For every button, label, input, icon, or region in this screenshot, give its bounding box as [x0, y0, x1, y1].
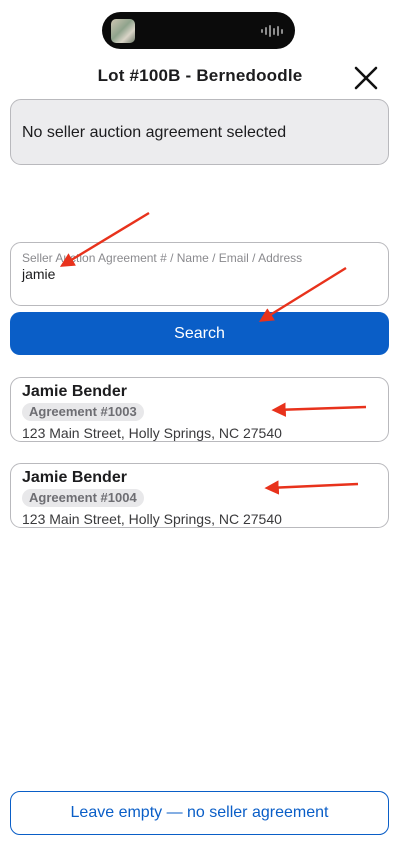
selected-agreement-text: No seller auction agreement selected: [22, 124, 287, 141]
agreement-search-field[interactable]: Seller Auction Agreement # / Name / Emai…: [10, 242, 389, 306]
result-address: 123 Main Street, Holly Springs, NC 27540: [22, 425, 282, 441]
result-seller-name: Jamie Bender: [22, 469, 127, 486]
result-address: 123 Main Street, Holly Springs, NC 27540: [22, 511, 282, 527]
page-title: Lot #100B - Bernedoodle: [97, 66, 303, 85]
audio-waveform-icon: [261, 24, 283, 38]
search-result-card[interactable]: Jamie Bender Agreement #1003 123 Main St…: [10, 377, 389, 442]
now-playing-thumbnail: [111, 19, 135, 43]
leave-empty-button[interactable]: Leave empty — no seller agreement: [10, 791, 389, 835]
search-result-card[interactable]: Jamie Bender Agreement #1004 123 Main St…: [10, 463, 389, 528]
search-field-label: Seller Auction Agreement # / Name / Emai…: [22, 251, 303, 265]
result-seller-name: Jamie Bender: [22, 383, 127, 400]
dynamic-island: [102, 12, 295, 49]
search-button[interactable]: Search: [10, 312, 389, 355]
close-button[interactable]: [352, 64, 380, 92]
selected-agreement-box: No seller auction agreement selected: [10, 99, 389, 165]
agreement-badge: Agreement #1003: [22, 403, 144, 421]
agreement-badge: Agreement #1004: [22, 489, 144, 507]
close-icon: [354, 66, 378, 90]
search-input[interactable]: jamie: [22, 266, 55, 282]
